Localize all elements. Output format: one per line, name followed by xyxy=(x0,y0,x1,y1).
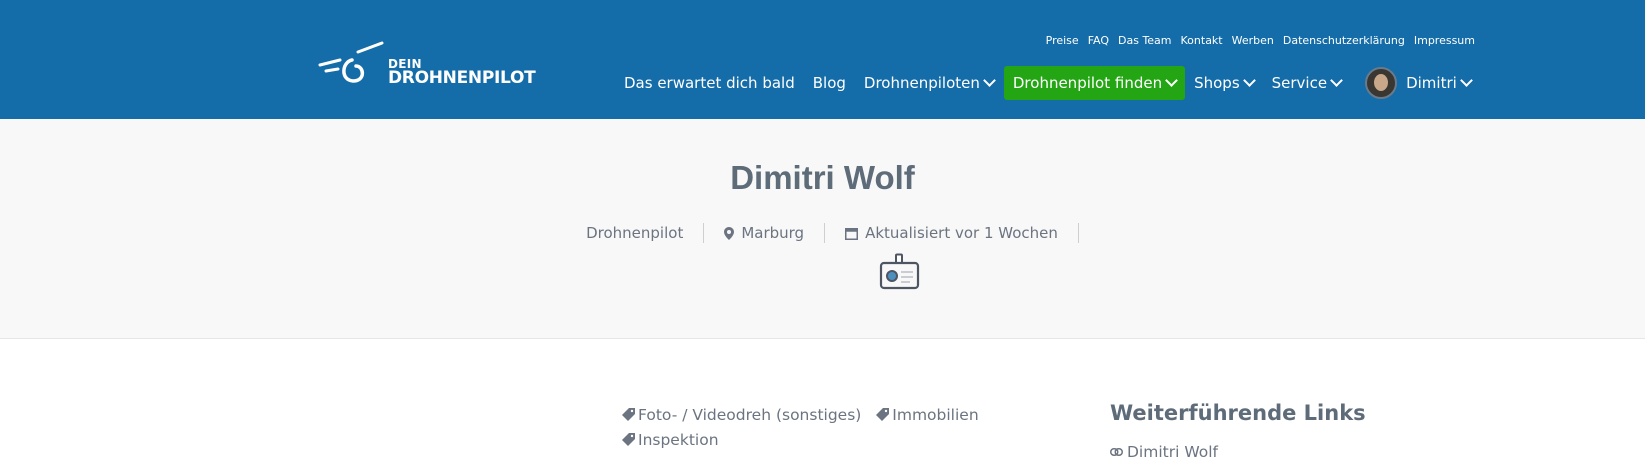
drone-logo-icon xyxy=(318,41,384,83)
toplink-preise[interactable]: Preise xyxy=(1046,34,1079,47)
chevron-down-icon xyxy=(1330,74,1343,87)
user-name: Dimitri xyxy=(1406,74,1457,92)
toplink-datenschutz[interactable]: Datenschutzerklärung xyxy=(1283,34,1405,47)
toplink-faq[interactable]: FAQ xyxy=(1088,34,1109,47)
meta-role: Drohnenpilot xyxy=(566,223,705,243)
nav-service[interactable]: Service xyxy=(1271,66,1343,100)
nav-label: Drohnenpilot finden xyxy=(1012,74,1163,92)
sidebar-link-label: Dimitri Wolf xyxy=(1127,443,1218,461)
updated-text: Aktualisiert vor 1 Wochen xyxy=(865,224,1058,242)
tag-icon xyxy=(622,429,635,453)
tag-label: Foto- / Videodreh (sonstiges) xyxy=(638,406,862,424)
tag-icon xyxy=(876,404,890,428)
nav-drohnenpilot-finden[interactable]: Drohnenpilot finden xyxy=(1003,66,1186,100)
nav-blog[interactable]: Blog xyxy=(813,66,846,100)
tag-item[interactable]: Immobilien xyxy=(876,406,979,424)
tag-icon xyxy=(622,404,635,428)
toplink-das-team[interactable]: Das Team xyxy=(1118,34,1172,47)
role-text: Drohnenpilot xyxy=(586,224,684,242)
location-text: Marburg xyxy=(741,224,805,242)
site-logo[interactable]: DEIN DROHNENPILOT xyxy=(318,40,536,90)
meta-location: Marburg xyxy=(704,223,826,243)
toplink-kontakt[interactable]: Kontakt xyxy=(1181,34,1223,47)
tag-item[interactable]: Foto- / Videodreh (sonstiges) xyxy=(622,406,861,424)
chevron-down-icon xyxy=(983,74,996,87)
toplink-impressum[interactable]: Impressum xyxy=(1414,34,1475,47)
nav-drohnenpiloten[interactable]: Drohnenpiloten xyxy=(863,66,996,100)
tag-label: Inspektion xyxy=(638,431,719,449)
chevron-down-icon xyxy=(1242,74,1256,87)
nav-shops[interactable]: Shops xyxy=(1194,66,1256,100)
nav-label: Shops xyxy=(1194,74,1240,92)
top-links: Preise FAQ Das Team Kontakt Werben Daten… xyxy=(1046,34,1475,47)
nav-label: Service xyxy=(1271,74,1328,92)
tag-label: Immobilien xyxy=(892,406,979,424)
main-nav: Das erwartet dich bald Blog Drohnenpilot… xyxy=(624,66,1473,100)
nav-label: Das erwartet dich bald xyxy=(624,74,795,92)
meta-updated: Aktualisiert vor 1 Wochen xyxy=(825,223,1079,243)
site-header: DEIN DROHNENPILOT Preise FAQ Das Team Ko… xyxy=(0,0,1645,119)
id-badge-icon xyxy=(879,253,921,293)
sidebar-link[interactable]: Dimitri Wolf xyxy=(1110,443,1218,461)
service-tags: Foto- / Videodreh (sonstiges) Immobilien… xyxy=(622,403,1017,453)
nav-label: Drohnenpiloten xyxy=(863,74,980,92)
link-icon xyxy=(1110,448,1123,456)
nav-label: Blog xyxy=(812,74,846,92)
page-title: Dimitri Wolf xyxy=(730,159,915,196)
toplink-werben[interactable]: Werben xyxy=(1232,34,1274,47)
chevron-down-icon xyxy=(1459,74,1473,87)
avatar xyxy=(1365,67,1398,99)
profile-hero: Dimitri Wolf Drohnenpilot Marburg Aktual… xyxy=(0,119,1645,339)
nav-das-erwartet-dich-bald[interactable]: Das erwartet dich bald xyxy=(624,66,795,100)
calendar-icon xyxy=(845,227,859,240)
tag-item[interactable]: Inspektion xyxy=(622,431,719,449)
logo-line-2: DROHNENPILOT xyxy=(388,68,536,88)
profile-meta: Drohnenpilot Marburg Aktualisiert vor 1 … xyxy=(0,223,1645,243)
map-pin-icon xyxy=(724,226,735,240)
nav-user-menu[interactable]: Dimitri xyxy=(1365,66,1473,100)
chevron-down-icon xyxy=(1165,74,1178,87)
sidebar-title: Weiterführende Links xyxy=(1110,401,1366,425)
